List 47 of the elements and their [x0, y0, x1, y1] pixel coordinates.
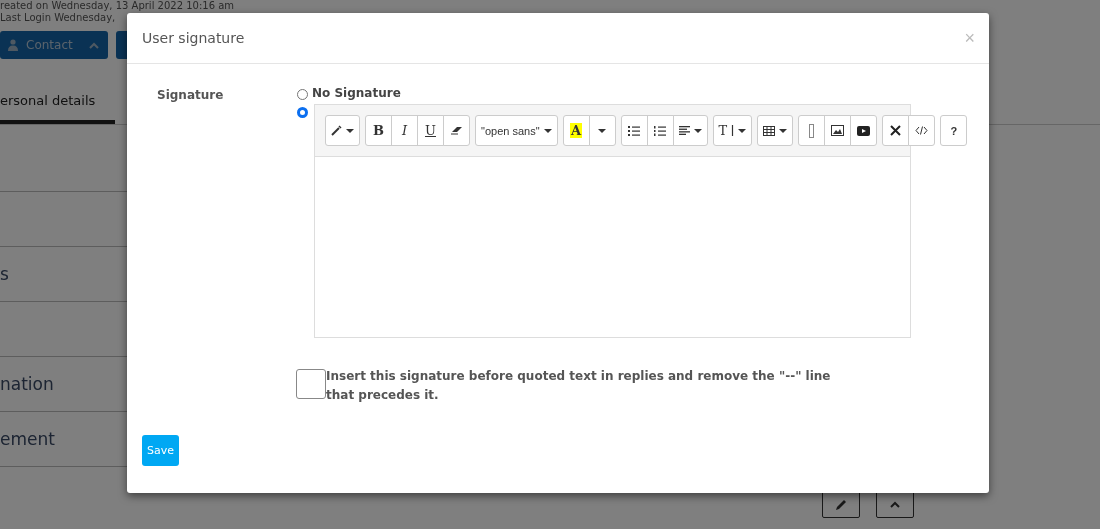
expand-icon — [890, 125, 902, 136]
line-height-icon — [731, 125, 735, 136]
field-label: Signature — [157, 87, 225, 104]
last-login: Last Login Wednesday, — [0, 12, 117, 24]
align-left-icon — [678, 126, 690, 135]
bulleted-list-icon — [628, 125, 641, 136]
video-icon — [857, 125, 871, 136]
code-icon — [915, 126, 929, 135]
radio-button[interactable] — [297, 107, 308, 118]
caret-button[interactable] — [588, 115, 616, 146]
ul-button[interactable] — [620, 115, 648, 146]
underline-button[interactable]: U — [417, 115, 444, 146]
font-button[interactable]: "open sans" — [475, 115, 558, 146]
fullscreen-button[interactable] — [882, 115, 910, 146]
checkbox-label[interactable]: Insert this signature before quoted text in replies and remove the "--" line that precedes it. — [326, 367, 846, 405]
eraser-button[interactable] — [443, 115, 470, 146]
caret-up-icon — [890, 501, 900, 508]
user-icon — [8, 39, 18, 51]
wand-icon — [331, 125, 342, 136]
personal-details-tab[interactable]: ersonal details — [0, 89, 116, 124]
align-button[interactable] — [672, 115, 708, 146]
italic-button[interactable]: I — [391, 115, 418, 146]
section-label[interactable]: s — [0, 264, 9, 284]
section-label[interactable]: ement — [0, 429, 55, 449]
height-button[interactable]: T — [712, 115, 753, 146]
pencil-icon — [835, 498, 847, 511]
eraser-icon — [450, 126, 463, 135]
collapse-button[interactable] — [876, 491, 914, 518]
option-label[interactable]: No Signature — [312, 86, 401, 100]
checkbox[interactable] — [296, 369, 326, 399]
ol-button[interactable] — [646, 115, 674, 146]
edit-button[interactable] — [822, 491, 860, 518]
numbered-list-icon — [654, 125, 667, 136]
radio-button[interactable] — [297, 89, 308, 100]
color-button[interactable]: A — [562, 115, 590, 146]
dialog-title: User signature — [142, 30, 245, 46]
table-button[interactable] — [757, 115, 794, 146]
video-button[interactable] — [850, 115, 878, 146]
table-icon — [763, 125, 776, 136]
image-icon — [831, 125, 845, 136]
magic-button[interactable] — [325, 115, 360, 146]
created-date: reated on Wednesday, 13 April 2022 10:16 am — [0, 0, 236, 12]
caret-up-icon — [88, 41, 99, 49]
bold-button[interactable]: B — [365, 115, 392, 146]
help-button[interactable]: ? — [940, 115, 968, 146]
image-button[interactable] — [824, 115, 852, 146]
section-label[interactable]: nation — [0, 374, 54, 394]
